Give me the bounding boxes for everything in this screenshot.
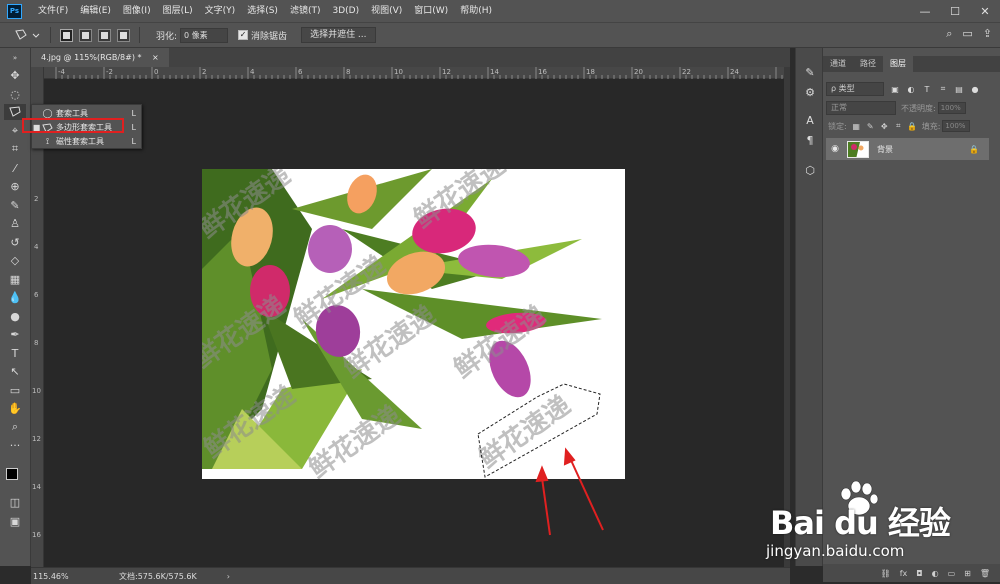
flyout-item-shortcut: L: [131, 123, 136, 132]
arrow-line: [541, 477, 551, 536]
fill-input[interactable]: 100%: [942, 120, 971, 132]
baidu-logo-text: Bai du 经验: [770, 504, 951, 542]
status-menu-arrow-icon[interactable]: ›: [227, 572, 230, 581]
layer-filter-select[interactable]: ρ 类型: [826, 82, 884, 96]
brush-settings-icon[interactable]: ✎: [802, 64, 818, 80]
character-icon[interactable]: A: [802, 112, 818, 128]
status-bar: 115.46% 文档:575.6K/575.6K ›: [31, 567, 790, 584]
adjustment-filter-icon[interactable]: ◐: [906, 84, 916, 94]
type-filter-icon[interactable]: T: [922, 84, 932, 94]
tab-channels[interactable]: 通道: [823, 56, 853, 72]
layer-row-background[interactable]: ◉ 背景 🔒: [826, 138, 989, 160]
flyout-item-magnetic-lasso[interactable]: ⟟ 磁性套索工具 L: [32, 135, 141, 148]
lock-row: 锁定: ▦ ✎ ✥ ⌗ 🔒 填充: 100%: [826, 118, 997, 134]
arrow-head: [535, 465, 549, 483]
blend-row: 正常 不透明度: 100%: [826, 100, 997, 116]
smart-object-filter-icon[interactable]: ▤: [954, 84, 964, 94]
opacity-input[interactable]: 100%: [937, 102, 966, 114]
filter-toggle-icon[interactable]: ●: [970, 84, 980, 94]
shape-filter-icon[interactable]: ⌗: [938, 84, 948, 94]
magnetic-lasso-icon: ⟟: [45, 136, 50, 147]
panel-tabs: 通道 路径 图层: [823, 56, 1000, 72]
lock-position-icon[interactable]: ✥: [880, 121, 889, 131]
zoom-level[interactable]: 115.46%: [31, 572, 91, 581]
delete-layer-icon[interactable]: 🗑: [980, 569, 990, 578]
lock-image-icon[interactable]: ✎: [866, 121, 875, 131]
lock-transparent-icon[interactable]: ▦: [852, 121, 861, 131]
layer-name: 背景: [877, 144, 893, 154]
baidu-watermark: Bai du 经验 jingyan.baidu.com: [762, 480, 972, 570]
document-size-info: 文档:575.6K/575.6K: [119, 571, 197, 581]
lock-label: 锁定:: [828, 121, 847, 131]
visibility-eye-icon[interactable]: ◉: [828, 144, 842, 154]
baidu-url: jingyan.baidu.com: [766, 542, 905, 560]
paragraph-icon[interactable]: ¶: [802, 132, 818, 148]
layer-filter-row: ρ 类型 ▣ ◐ T ⌗ ▤ ●: [826, 81, 997, 97]
pixel-filter-icon[interactable]: ▣: [890, 84, 900, 94]
layer-thumbnail: [847, 140, 869, 158]
flyout-item-label: 磁性套索工具: [56, 137, 104, 146]
layer-lock-icon: 🔒: [969, 144, 979, 154]
flyout-item-shortcut: L: [131, 109, 136, 118]
lock-all-icon[interactable]: 🔒: [907, 121, 917, 131]
blend-mode-select[interactable]: 正常: [826, 101, 896, 115]
adjustments-icon[interactable]: ⚙: [802, 84, 818, 100]
tab-paths[interactable]: 路径: [853, 56, 883, 72]
flyout-item-shortcut: L: [131, 137, 136, 146]
tab-layers[interactable]: 图层: [883, 56, 913, 72]
annotation-highlight-box: [22, 118, 124, 133]
fill-label: 填充:: [921, 121, 941, 131]
opacity-label: 不透明度:: [901, 103, 936, 113]
lock-artboard-icon[interactable]: ⌗: [894, 121, 903, 131]
arrow-line: [569, 457, 604, 531]
3d-icon[interactable]: ⬡: [802, 162, 818, 178]
